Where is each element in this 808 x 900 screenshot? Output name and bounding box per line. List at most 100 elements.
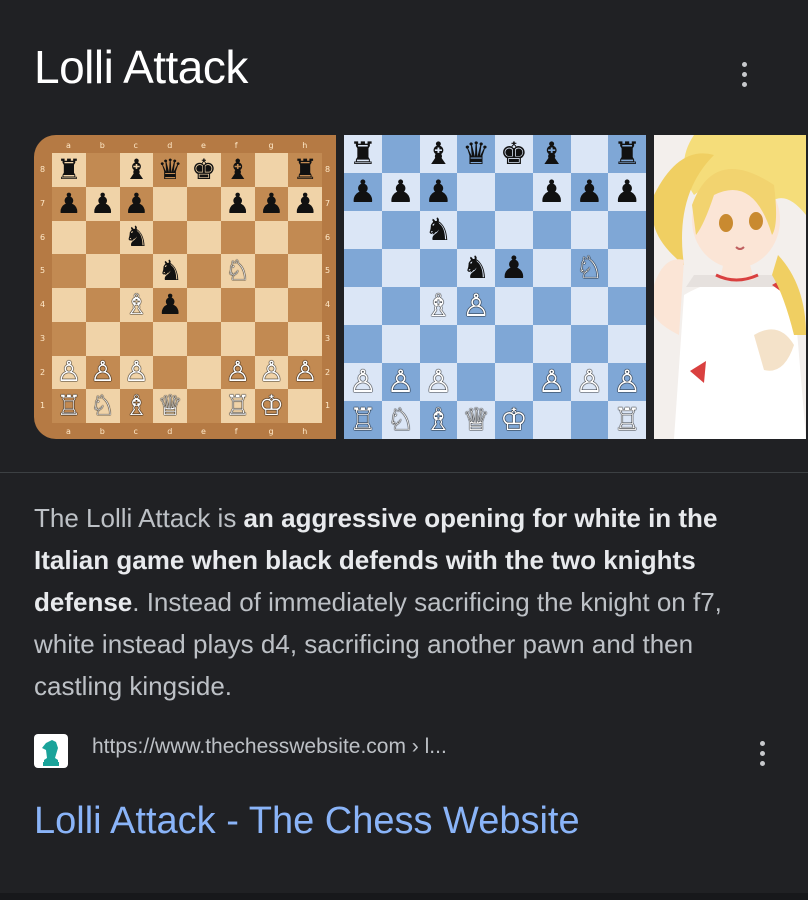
board-square: ♟ — [153, 288, 187, 322]
board-square: ♟ — [532, 173, 571, 211]
more-vert-icon[interactable] — [734, 56, 754, 92]
board-square — [495, 325, 533, 363]
board-square — [344, 211, 382, 249]
board-square: ♘ — [570, 249, 609, 287]
chess-knight-logo-icon[interactable] — [34, 734, 68, 768]
description-part1: The Lolli Attack is — [34, 503, 244, 533]
anime-character-image[interactable] — [654, 135, 806, 439]
chess-piece: ♗ — [123, 389, 149, 423]
chess-piece: ♟ — [123, 186, 149, 220]
board-square: ♜ — [608, 135, 646, 173]
board-rank-label: 6 — [40, 232, 46, 242]
board-square — [608, 325, 646, 363]
chess-piece: ♟ — [537, 173, 566, 210]
chess-piece: ♙ — [258, 355, 284, 389]
board-square — [381, 325, 420, 363]
board-square — [570, 135, 609, 173]
board-square — [52, 254, 86, 288]
chess-piece: ♟ — [225, 186, 251, 220]
board-square — [344, 249, 382, 287]
anime-character-illustration — [654, 135, 806, 439]
board-file-label: b — [99, 141, 105, 150]
board-rank-label: 3 — [40, 333, 46, 343]
chess-piece: ♝ — [424, 135, 453, 172]
chess-piece: ♟ — [348, 173, 377, 210]
board-square: ♙ — [381, 363, 420, 401]
image-carousel[interactable]: ♜ ♝ ♛ ♚ ♝ ♜ ♟ ♟ ♟ ♟ ♟ ♟ ♞ ♞ ♘ ♗ ♟ ♙ ♙ ♙ ♙ ♙ ♙ ♖ ♘ ♗ ♕ ♖ ♔ aabbccddee… — [34, 135, 808, 439]
chess-piece: ♝ — [123, 152, 149, 186]
board-square: ♞ — [457, 249, 495, 287]
chess-piece: ♘ — [575, 249, 604, 286]
board-rank-label: 1 — [40, 401, 46, 411]
board-square — [85, 254, 120, 288]
chess-board-image-2[interactable]: ♜ ♝ ♛ ♚ ♝ ♜ ♟ ♟ ♟ ♟ ♟ ♟ ♞ ♞ ♟ ♘ ♗ ♙ ♙ ♙ ♙ ♙ ♙ ♙ ♖ ♘ ♗ ♕ ♔ ♖ — [344, 135, 646, 439]
board-square: ♟ — [381, 173, 420, 211]
board-square — [119, 321, 154, 356]
chess-piece: ♙ — [575, 363, 604, 400]
board-square: ♙ — [419, 363, 458, 401]
board-square — [85, 220, 120, 255]
chess-piece: ♗ — [424, 401, 453, 438]
board-square — [85, 288, 120, 322]
chess-piece: ♙ — [292, 355, 318, 389]
board-square: ♙ — [344, 363, 382, 401]
chess-piece: ♜ — [56, 152, 82, 186]
board2-grid: ♜ ♝ ♛ ♚ ♝ ♜ ♟ ♟ ♟ ♟ ♟ ♟ ♞ ♞ ♟ ♘ ♗ ♙ ♙ ♙ ♙ ♙ ♙ ♙ ♖ ♘ ♗ ♕ ♔ ♖ — [344, 135, 646, 439]
chess-piece: ♙ — [90, 355, 116, 389]
panel-title: Lolli Attack — [34, 41, 248, 93]
chess-piece: ♟ — [292, 186, 318, 220]
board-square: ♙ — [52, 355, 86, 390]
board-square: ♔ — [495, 401, 533, 439]
chess-piece: ♙ — [386, 363, 415, 400]
chess-piece: ♚ — [499, 135, 528, 172]
board-file-label: a — [66, 141, 71, 150]
board-square — [220, 288, 255, 322]
board-square — [608, 287, 646, 325]
result-title-link[interactable]: Lolli Attack - The Chess Website — [34, 800, 580, 843]
board-file-label: c — [133, 427, 138, 436]
board-square: ♖ — [52, 389, 86, 423]
board-square — [570, 401, 609, 439]
chess-piece: ♖ — [225, 389, 251, 423]
chess-piece: ♔ — [258, 389, 284, 423]
board-square: ♟ — [419, 173, 458, 211]
board-square: ♚ — [495, 135, 533, 173]
chess-board-image-1[interactable]: ♜ ♝ ♛ ♚ ♝ ♜ ♟ ♟ ♟ ♟ ♟ ♟ ♞ ♞ ♘ ♗ ♟ ♙ ♙ ♙ ♙ ♙ ♙ ♖ ♘ ♗ ♕ ♖ ♔ aabbccddee… — [34, 135, 336, 439]
divider — [0, 472, 808, 473]
board-square — [570, 211, 609, 249]
board-square: ♙ — [532, 363, 571, 401]
board-square — [288, 254, 322, 288]
result-more-vert-icon[interactable] — [752, 735, 772, 771]
board-square — [457, 363, 495, 401]
chess-piece: ♘ — [225, 254, 251, 288]
board-square: ♙ — [85, 355, 120, 390]
chess-piece: ♛ — [462, 135, 491, 172]
chess-piece: ♚ — [191, 152, 217, 186]
board-square — [570, 325, 609, 363]
board-square — [381, 249, 420, 287]
board-square — [288, 288, 322, 322]
board-square: ♘ — [85, 389, 120, 423]
board-square: ♖ — [608, 401, 646, 439]
board-square — [119, 254, 154, 288]
board-square: ♟ — [52, 186, 86, 221]
board-file-label: f — [234, 141, 238, 150]
board-square — [381, 211, 420, 249]
board-rank-label: 8 — [40, 165, 46, 174]
board-square — [457, 325, 495, 363]
board-rank-label: 1 — [325, 401, 331, 411]
chess-piece: ♜ — [613, 135, 642, 172]
board-rank-label: 8 — [325, 165, 331, 174]
source-url[interactable]: https://www.thechesswebsite.com › l... — [92, 735, 447, 759]
chess-piece: ♟ — [386, 173, 415, 210]
board-square — [153, 186, 187, 221]
board-square — [254, 220, 289, 255]
board-square: ♙ — [254, 355, 289, 390]
chess-piece: ♙ — [56, 355, 82, 389]
chess-piece: ♖ — [613, 401, 642, 438]
board-square: ♕ — [457, 401, 495, 439]
board-square: ♘ — [220, 254, 255, 288]
board-square — [187, 288, 221, 322]
chess-piece: ♝ — [537, 135, 566, 172]
board-square: ♝ — [220, 153, 255, 187]
